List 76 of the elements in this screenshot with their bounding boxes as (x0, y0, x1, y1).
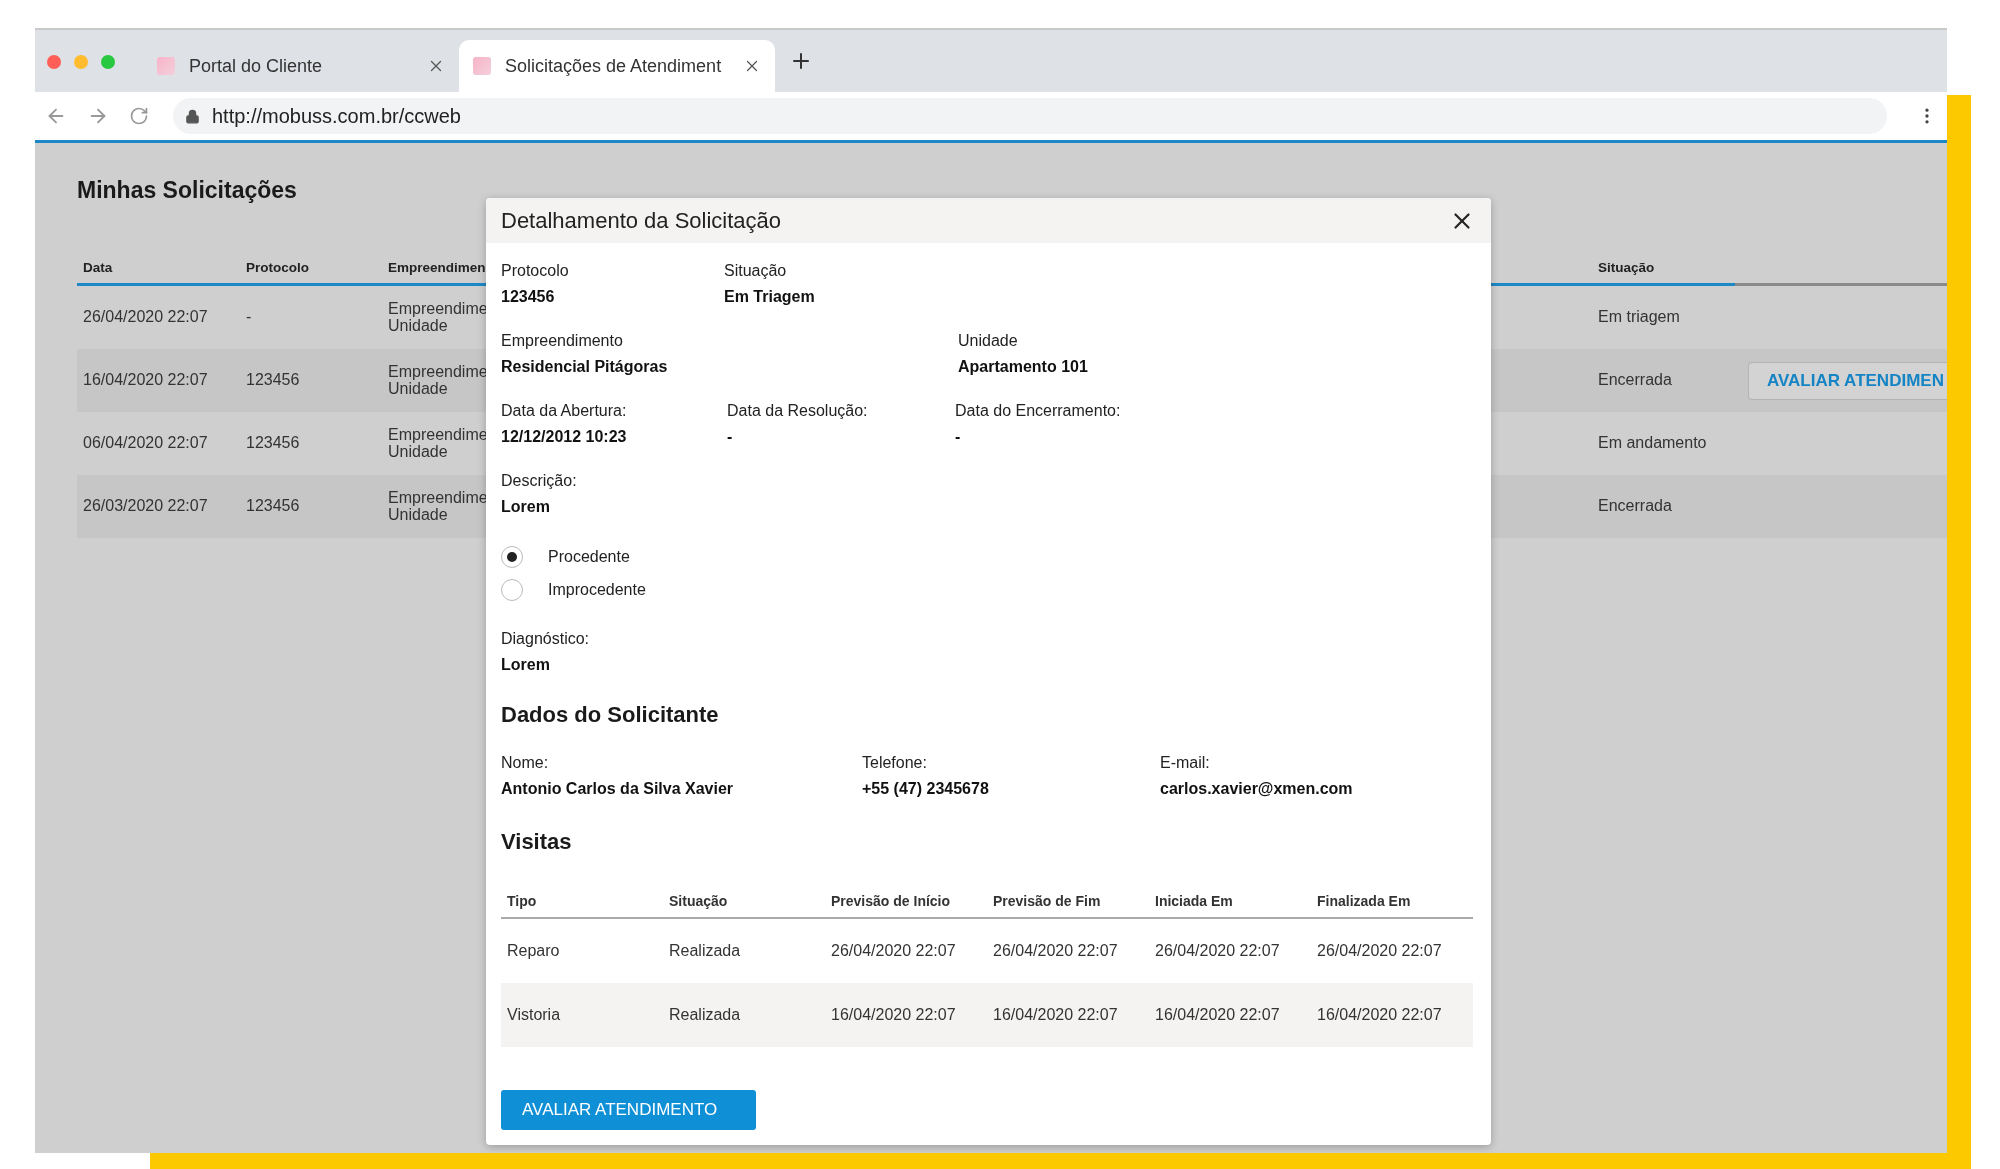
field-value: - (955, 427, 962, 447)
field-value: carlos.xavier@xmen.com (1160, 779, 1354, 799)
field-label: Protocolo (501, 261, 570, 281)
field-label: E-mail: (1160, 753, 1211, 773)
field-value: +55 (47) 2345678 (862, 779, 990, 799)
url-text: http://mobuss.com.br/ccweb (212, 104, 461, 128)
table-cell-text: 123456 (246, 372, 301, 389)
field-value: Em Triagem (724, 287, 816, 307)
table-cell: 16/04/2020 22:07 (1155, 1006, 1280, 1024)
field-label: Empreendimento (501, 331, 624, 351)
table-cell-text: Empreendime (388, 489, 489, 507)
field-value: Antonio Carlos da Silva Xavier (501, 779, 735, 799)
table-cell: Realizada (669, 1006, 741, 1024)
favicon-icon (157, 57, 175, 75)
favicon-icon (473, 57, 491, 75)
browser-tab[interactable]: Solicitações de Atendiment (459, 40, 775, 92)
dialog-title: Detalhamento da Solicitação (501, 207, 782, 234)
table-cell-text: Encerrada (1598, 372, 1673, 389)
field-value: Lorem (501, 497, 551, 517)
table-cell-text: 26/03/2020 22:07 (83, 498, 209, 515)
table-cell: Realizada (669, 942, 741, 960)
table-cell-text: Unidade (388, 506, 448, 524)
table-cell-text: 16/04/2020 22:07 (83, 372, 209, 389)
field-label: Situação (724, 261, 788, 281)
column-header: Data (77, 252, 240, 286)
field-label: Diagnóstico: (501, 629, 591, 649)
field-value: Residencial Pitágoras (501, 357, 669, 377)
table-cell-text: 06/04/2020 22:07 (83, 435, 209, 452)
lock-icon (185, 108, 200, 124)
table-cell-text: Empreendime (388, 300, 489, 318)
field-label: Unidade (958, 331, 1019, 351)
table-cell-text: Empreendime (388, 363, 489, 381)
table-cell: 26/04/2020 22:07 (1317, 942, 1442, 960)
field-value: 12/12/2012 10:23 (501, 427, 628, 447)
table-cell-text: Em andamento (1598, 435, 1708, 452)
radio-label[interactable]: Procedente (548, 548, 630, 566)
column-header: Protocolo (240, 252, 382, 286)
table-cell-text: Unidade (388, 443, 448, 461)
reload-icon[interactable] (129, 106, 149, 126)
table-cell-text: Unidade (388, 317, 448, 335)
table-cell-text: - (246, 309, 253, 326)
field-label: Telefone: (862, 753, 928, 773)
table-cell: 26/04/2020 22:07 (993, 942, 1118, 960)
table-cell-text: 123456 (246, 498, 301, 515)
table-cell-text: Unidade (388, 380, 448, 398)
field-value: Lorem (501, 655, 551, 675)
table-cell: Reparo (507, 942, 560, 960)
table-cell-text: 26/04/2020 22:07 (83, 309, 209, 326)
table-cell: 26/04/2020 22:07 (831, 942, 956, 960)
field-value: 123456 (501, 287, 556, 307)
browser-tab[interactable]: Portal do Cliente (143, 40, 459, 92)
table-cell: 16/04/2020 22:07 (993, 1006, 1118, 1024)
field-label: Nome: (501, 753, 550, 773)
section-heading: Dados do Solicitante (501, 702, 720, 728)
table-cell-text: 123456 (246, 435, 301, 452)
field-label: Descrição: (501, 471, 578, 491)
radio-label[interactable]: Improcedente (548, 581, 646, 599)
close-window-icon[interactable] (47, 55, 61, 69)
table-cell: Vistoria (507, 1006, 561, 1024)
table-cell-text: Em triagem (1598, 309, 1681, 326)
field-value: Apartamento 101 (958, 357, 1089, 377)
maximize-window-icon[interactable] (101, 55, 115, 69)
column-header: Situação (1592, 252, 1735, 286)
table-cell: 26/04/2020 22:07 (1155, 942, 1280, 960)
field-label: Data da Resolução: (727, 401, 869, 421)
field-value: - (727, 427, 734, 447)
evaluate-button[interactable]: AVALIAR ATENDIMENTO (501, 1090, 756, 1130)
table-cell: 16/04/2020 22:07 (1317, 1006, 1442, 1024)
field-label: Data do Encerramento: (955, 401, 1122, 421)
table-cell-text: Empreendime (388, 426, 489, 444)
table-cell: 16/04/2020 22:07 (831, 1006, 956, 1024)
address-bar[interactable]: http://mobuss.com.br/ccweb (173, 98, 1887, 134)
table-cell-text: Encerrada (1598, 498, 1673, 515)
field-label: Data da Abertura: (501, 401, 628, 421)
section-heading: Visitas (501, 829, 573, 855)
page-title: Minhas Solicitações (77, 177, 298, 204)
